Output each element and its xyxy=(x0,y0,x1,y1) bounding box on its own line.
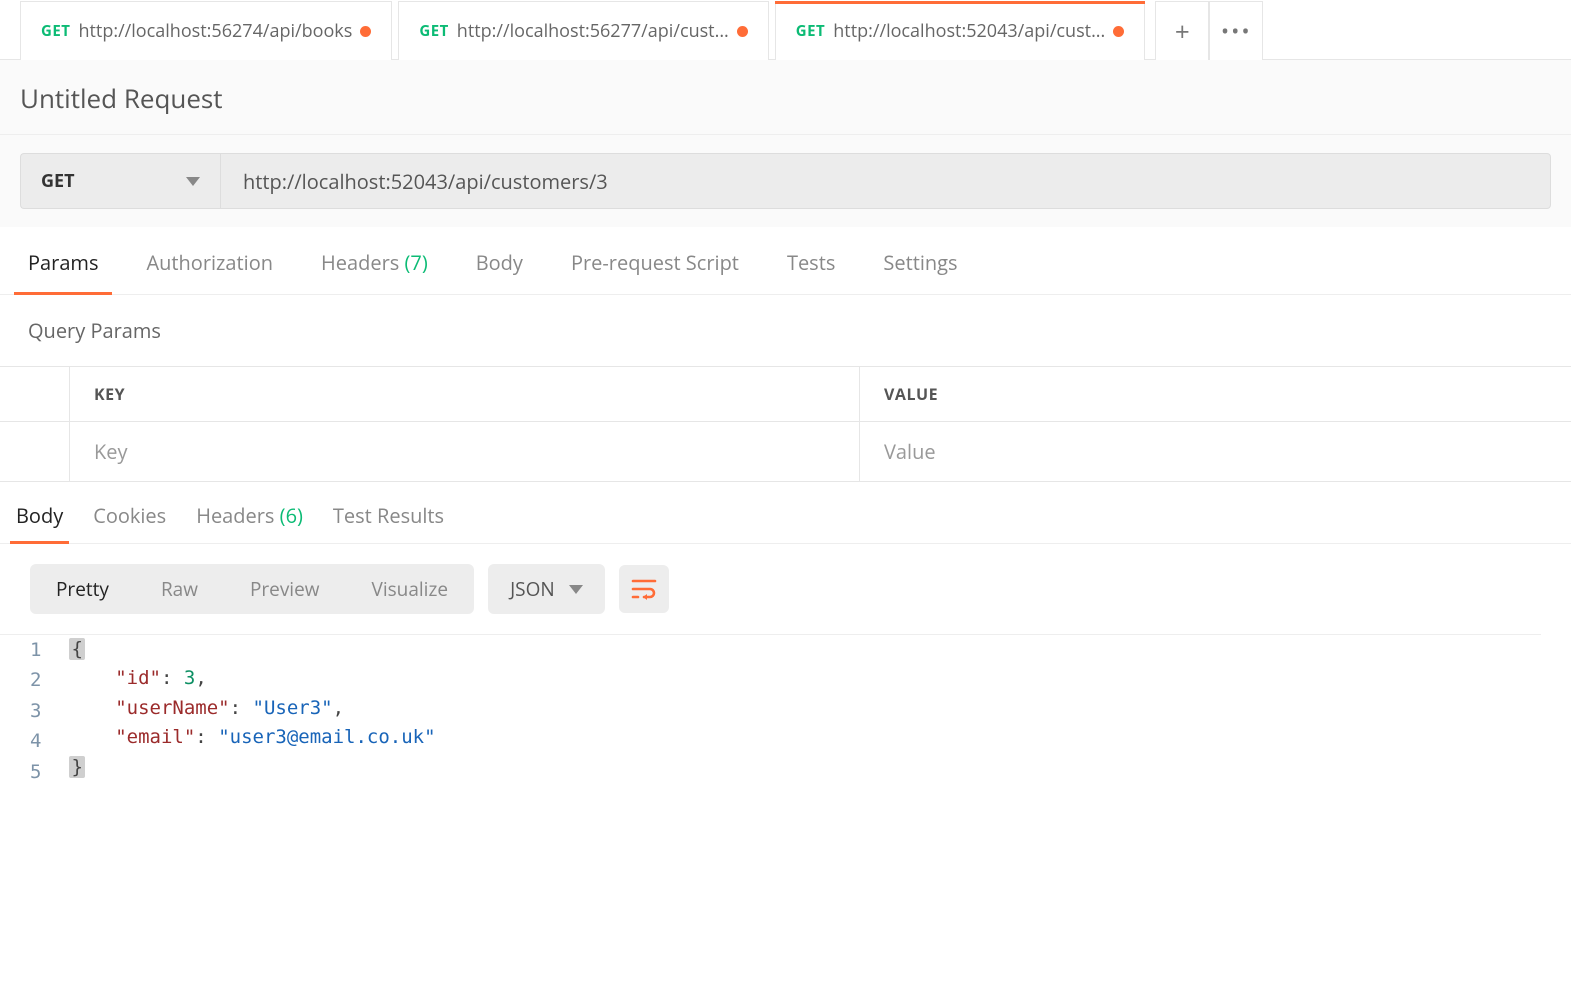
wrap-lines-button[interactable] xyxy=(619,565,669,613)
tab-headers[interactable]: Headers (7) xyxy=(321,249,428,294)
tab-prerequest[interactable]: Pre-request Script xyxy=(571,249,739,294)
body-format-label: JSON xyxy=(510,576,555,602)
resp-tab-test-results[interactable]: Test Results xyxy=(333,502,444,543)
view-preview[interactable]: Preview xyxy=(224,564,346,614)
tab-url: http://localhost:56274/api/books xyxy=(78,19,352,43)
resp-tab-cookies[interactable]: Cookies xyxy=(93,502,166,543)
view-raw[interactable]: Raw xyxy=(135,564,224,614)
request-tab-strip: GET http://localhost:56274/api/books GET… xyxy=(0,0,1571,60)
response-body-editor[interactable]: 12345 { "id": 3, "userName": "User3", "e… xyxy=(0,634,1541,787)
request-title[interactable]: Untitled Request xyxy=(0,60,1571,135)
resp-headers-label: Headers xyxy=(196,502,274,529)
table-header-row: KEY VALUE xyxy=(0,367,1571,421)
tab-url: http://localhost:56277/api/cust... xyxy=(457,19,729,43)
url-bar: GET http://localhost:52043/api/customers… xyxy=(0,135,1571,227)
url-text: http://localhost:52043/api/customers/3 xyxy=(243,168,608,195)
method-badge: GET xyxy=(796,21,825,41)
request-tab-1[interactable]: GET http://localhost:56277/api/cust... xyxy=(398,1,768,60)
tab-url: http://localhost:52043/api/cust... xyxy=(833,19,1105,43)
request-url-input[interactable]: http://localhost:52043/api/customers/3 xyxy=(220,153,1551,209)
more-icon: ••• xyxy=(1221,16,1252,46)
table-row: Key Value xyxy=(0,421,1571,481)
tab-authorization[interactable]: Authorization xyxy=(146,249,273,294)
body-format-select[interactable]: JSON xyxy=(488,564,605,614)
chevron-down-icon xyxy=(186,177,200,186)
method-badge: GET xyxy=(41,21,70,41)
unsaved-dot-icon xyxy=(360,26,371,37)
request-tab-0[interactable]: GET http://localhost:56274/api/books xyxy=(20,1,392,60)
resp-headers-count: (6) xyxy=(280,502,303,529)
query-params-heading: Query Params xyxy=(0,295,1571,366)
tab-overflow-button[interactable]: ••• xyxy=(1209,1,1263,60)
unsaved-dot-icon xyxy=(1113,26,1124,37)
line-number-gutter: 12345 xyxy=(30,635,69,787)
unsaved-dot-icon xyxy=(737,26,748,37)
new-tab-button[interactable]: + xyxy=(1155,1,1209,60)
http-method-select[interactable]: GET xyxy=(20,153,220,209)
request-tab-2[interactable]: GET http://localhost:52043/api/cust... xyxy=(775,1,1145,60)
resp-tab-body[interactable]: Body xyxy=(16,502,63,543)
plus-icon: + xyxy=(1175,13,1190,49)
response-tabs: Body Cookies Headers (6) Test Results xyxy=(0,482,1571,544)
tab-headers-label: Headers xyxy=(321,249,399,276)
wrap-icon xyxy=(631,578,657,600)
method-label: GET xyxy=(41,169,75,193)
row-handle-column xyxy=(0,367,70,421)
value-column-header: VALUE xyxy=(860,367,1571,421)
tab-tests[interactable]: Tests xyxy=(787,249,835,294)
resp-tab-headers[interactable]: Headers (6) xyxy=(196,502,303,543)
response-body-code[interactable]: { "id": 3, "userName": "User3", "email":… xyxy=(69,635,435,787)
param-value-input[interactable]: Value xyxy=(860,422,1571,481)
key-column-header: KEY xyxy=(70,367,860,421)
param-key-input[interactable]: Key xyxy=(70,422,860,481)
query-params-table: KEY VALUE Key Value xyxy=(0,366,1571,482)
chevron-down-icon xyxy=(569,585,583,594)
view-mode-group: Pretty Raw Preview Visualize xyxy=(30,564,474,614)
view-pretty[interactable]: Pretty xyxy=(30,564,135,614)
headers-count: (7) xyxy=(404,249,427,276)
view-visualize[interactable]: Visualize xyxy=(346,564,475,614)
method-badge: GET xyxy=(419,21,448,41)
request-inner-tabs: Params Authorization Headers (7) Body Pr… xyxy=(0,227,1571,295)
body-toolbar: Pretty Raw Preview Visualize JSON xyxy=(0,544,1571,634)
tab-params[interactable]: Params xyxy=(28,249,98,294)
tab-settings[interactable]: Settings xyxy=(883,249,957,294)
tab-body[interactable]: Body xyxy=(476,249,523,294)
row-handle[interactable] xyxy=(0,422,70,481)
